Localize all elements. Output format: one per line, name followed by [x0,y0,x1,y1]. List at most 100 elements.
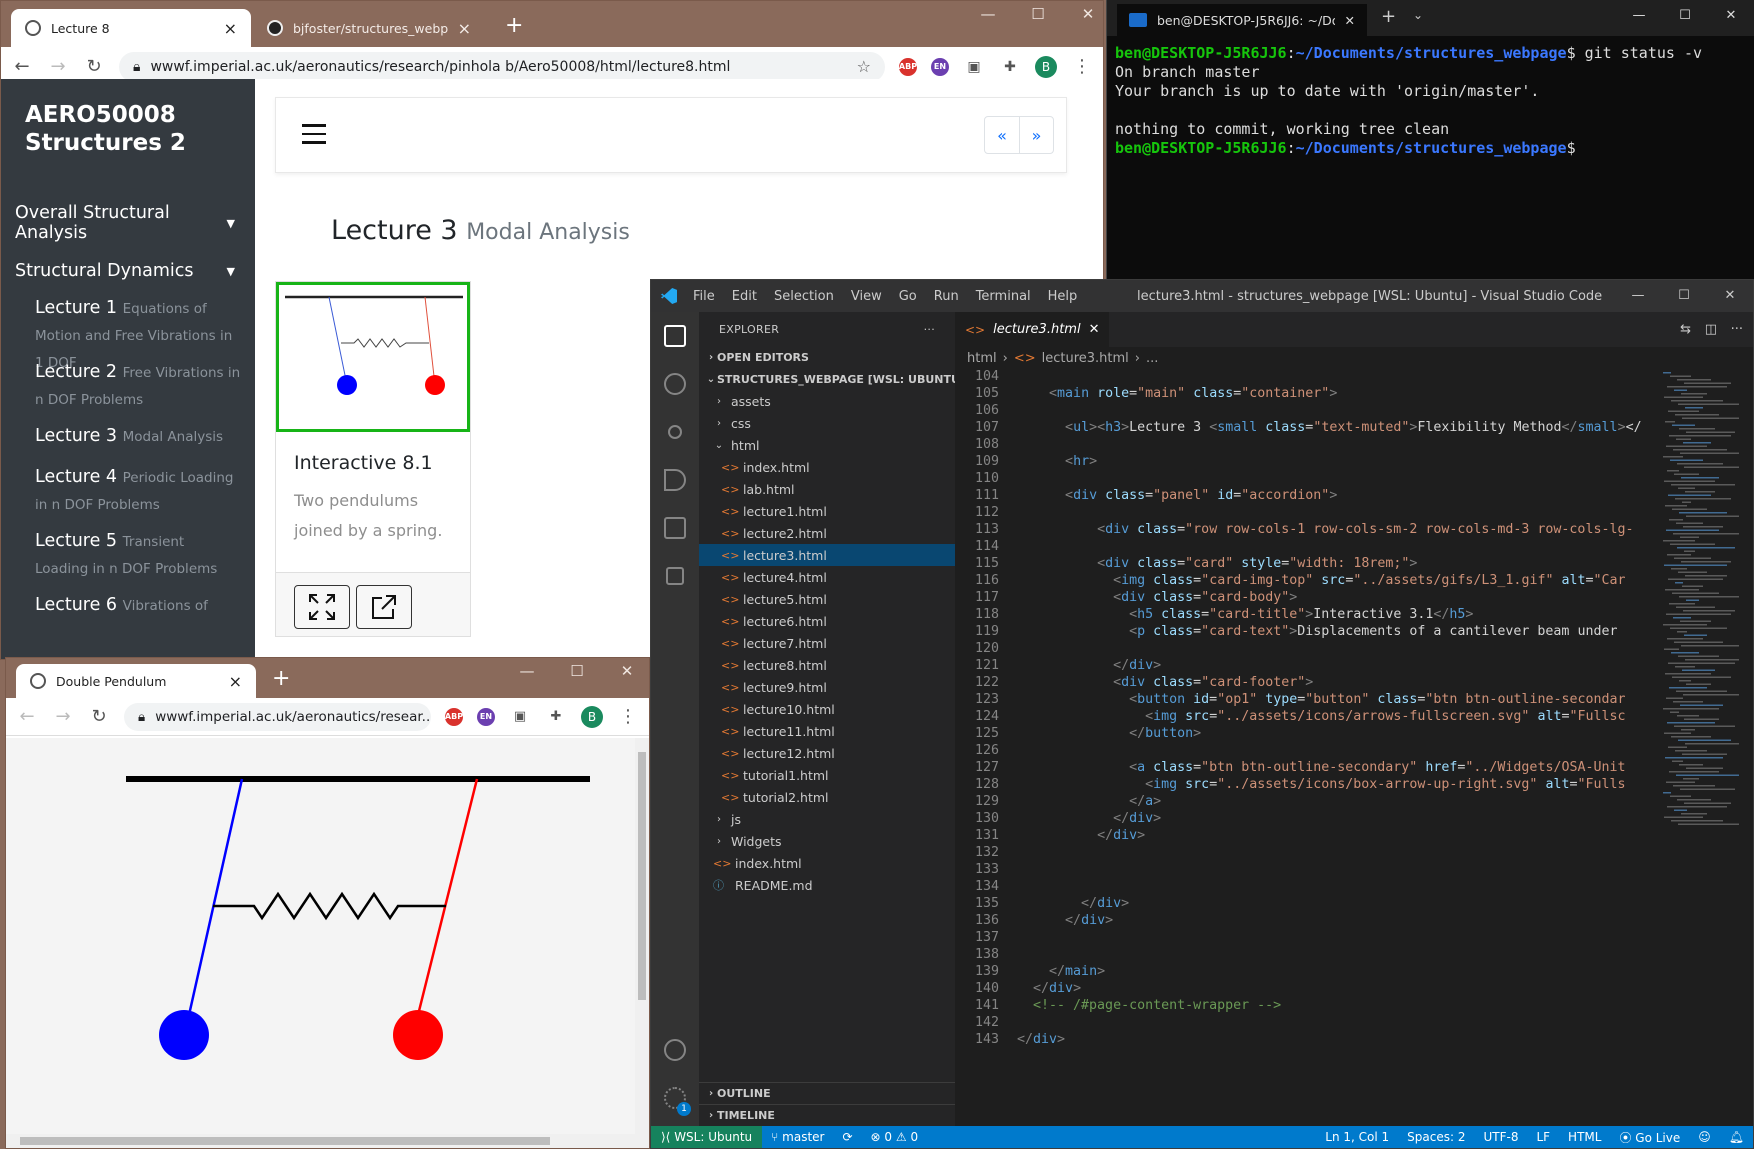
extensions-icon[interactable]: ✚ [545,709,567,724]
search-icon[interactable] [651,360,699,408]
site-brand[interactable]: AERO50008 Structures 2 [1,101,255,157]
close-icon[interactable]: ✕ [602,662,649,680]
minimize-icon[interactable]: — [1616,0,1662,32]
more-actions-icon[interactable]: ··· [1731,322,1743,337]
minimap[interactable] [1663,372,1739,832]
tree-item[interactable]: <> lecture1.html [699,500,955,522]
timeline-section[interactable]: › TIMELINE [699,1104,955,1126]
next-lecture-button[interactable]: » [1019,117,1053,153]
back-icon[interactable]: ← [11,56,33,77]
remote-explorer-icon[interactable] [651,504,699,552]
outline-section[interactable]: › OUTLINE [699,1082,955,1104]
sidebar-section-overall[interactable]: Overall Structural Analysis ▼ [1,203,255,243]
encoding[interactable]: UTF-8 [1474,1130,1527,1144]
code-editor[interactable]: 104 105 <main role="main" class="containe… [955,369,1663,1126]
star-icon[interactable]: ☆ [857,57,871,76]
workspace-section[interactable]: ⌄ STRUCTURES_WEBPAGE [WSL: UBUNTU] [699,368,955,390]
close-tab-icon[interactable]: ✕ [1345,13,1355,28]
language-icon[interactable]: EN [477,707,495,726]
line-ending[interactable]: LF [1527,1130,1559,1144]
branch-indicator[interactable]: ⑂ master [762,1130,833,1144]
tree-item[interactable]: <> lecture10.html [699,698,955,720]
tree-item[interactable]: <> lecture7.html [699,632,955,654]
tree-item[interactable]: <> tutorial2.html [699,786,955,808]
new-tab-button[interactable]: + [505,13,523,38]
source-control-icon[interactable] [651,408,699,456]
reload-icon[interactable]: ↻ [83,56,105,77]
compare-icon[interactable]: ⇆ [1680,322,1691,337]
tree-item[interactable]: <> index.html [699,456,955,478]
close-tab-icon[interactable]: ✕ [1089,322,1100,337]
menu-icon[interactable]: ⋮ [1071,56,1093,77]
fullscreen-button[interactable] [294,585,350,629]
tree-item[interactable]: <> lecture12.html [699,742,955,764]
tree-item[interactable]: <> lecture11.html [699,720,955,742]
tree-item[interactable]: ⓘ README.md [699,874,955,896]
forward-icon[interactable]: → [52,706,74,727]
maximize-icon[interactable]: ☐ [1662,0,1708,32]
hamburger-menu-icon[interactable] [302,124,326,150]
menu-item-view[interactable]: View [851,289,882,304]
adblock-icon[interactable]: ABP [445,707,463,726]
adblock-icon[interactable]: ABP [899,57,917,76]
minimize-icon[interactable]: — [1615,280,1661,312]
indentation[interactable]: Spaces: 2 [1398,1130,1474,1144]
address-bar[interactable]: 🔒︎ wwwf.imperial.ac.uk/aeronautics/resea… [124,702,431,731]
split-editor-icon[interactable]: ◫ [1705,322,1717,337]
language-icon[interactable]: EN [931,57,949,76]
vertical-scrollbar[interactable] [635,738,649,1134]
tree-item[interactable]: <> lecture8.html [699,654,955,676]
cast-icon[interactable]: ▣ [509,709,531,724]
menu-item-go[interactable]: Go [899,289,917,304]
pendulum-canvas[interactable] [6,738,649,1148]
remote-indicator[interactable]: ⟩⟨ WSL: Ubuntu [651,1126,763,1148]
horizontal-scrollbar[interactable] [6,1134,649,1148]
profile-avatar[interactable]: B [581,705,603,728]
back-icon[interactable]: ← [16,706,38,727]
close-tab-icon[interactable]: × [458,19,471,38]
maximize-icon[interactable]: ☐ [552,662,602,680]
sidebar-item-lecture4[interactable]: Lecture 4 Periodic Loading in n DOF Prob… [1,464,255,528]
breadcrumb-item[interactable]: lecture3.html [1042,351,1129,366]
minimize-icon[interactable]: — [502,662,552,680]
menu-item-file[interactable]: File [693,289,715,304]
more-actions-icon[interactable]: ··· [924,323,935,336]
chevron-down-icon[interactable]: ⌄ [1413,8,1423,22]
extensions-icon[interactable]: ✚ [999,59,1021,75]
feedback-icon[interactable]: ☺ [1689,1130,1720,1144]
sync-icon[interactable]: ⟳ [833,1130,861,1144]
extensions-icon[interactable] [651,552,699,600]
tree-item[interactable]: <> lecture6.html [699,610,955,632]
tab-lecture8[interactable]: Lecture 8 × [11,9,251,47]
explorer-icon[interactable] [651,312,699,360]
reload-icon[interactable]: ↻ [88,706,110,727]
sidebar-item-lecture6[interactable]: Lecture 6 Vibrations of [1,592,255,622]
account-icon[interactable] [651,1026,699,1074]
menu-item-edit[interactable]: Edit [732,289,757,304]
close-tab-icon[interactable]: × [229,672,242,691]
close-icon[interactable]: ✕ [1063,5,1103,23]
open-editors-section[interactable]: › OPEN EDITORS [699,346,955,368]
run-debug-icon[interactable] [651,456,699,504]
tab-double-pendulum[interactable]: Double Pendulum × [16,664,256,698]
breadcrumb-item[interactable]: ... [1146,351,1158,366]
language-mode[interactable]: HTML [1559,1130,1610,1144]
tab-github[interactable]: bjfoster/structures_webpage: We × [253,9,485,47]
close-icon[interactable]: ✕ [1708,0,1754,32]
go-live-button[interactable]: ⦿ Go Live [1610,1129,1689,1146]
tree-item[interactable]: <> index.html [699,852,955,874]
menu-icon[interactable]: ⋮ [617,706,639,727]
tree-item[interactable]: <> lab.html [699,478,955,500]
tree-item[interactable]: › css [699,412,955,434]
open-external-button[interactable] [356,585,412,629]
terminal-tab[interactable]: ben@DESKTOP-J5R6JJ6: ~/Docu ✕ [1117,4,1367,36]
sidebar-item-lecture1[interactable]: Lecture 1 Equations of Motion and Free V… [1,295,255,371]
settings-gear-icon[interactable]: 1 [651,1074,699,1122]
tree-item[interactable]: ⌄ html [699,434,955,456]
cast-icon[interactable]: ▣ [963,59,985,75]
editor-tab-lecture3[interactable]: <> lecture3.html ✕ [955,312,1110,347]
menu-item-terminal[interactable]: Terminal [976,289,1031,304]
tree-item[interactable]: <> lecture9.html [699,676,955,698]
maximize-icon[interactable]: ☐ [1013,5,1063,23]
breadcrumb-item[interactable]: html [967,351,997,366]
